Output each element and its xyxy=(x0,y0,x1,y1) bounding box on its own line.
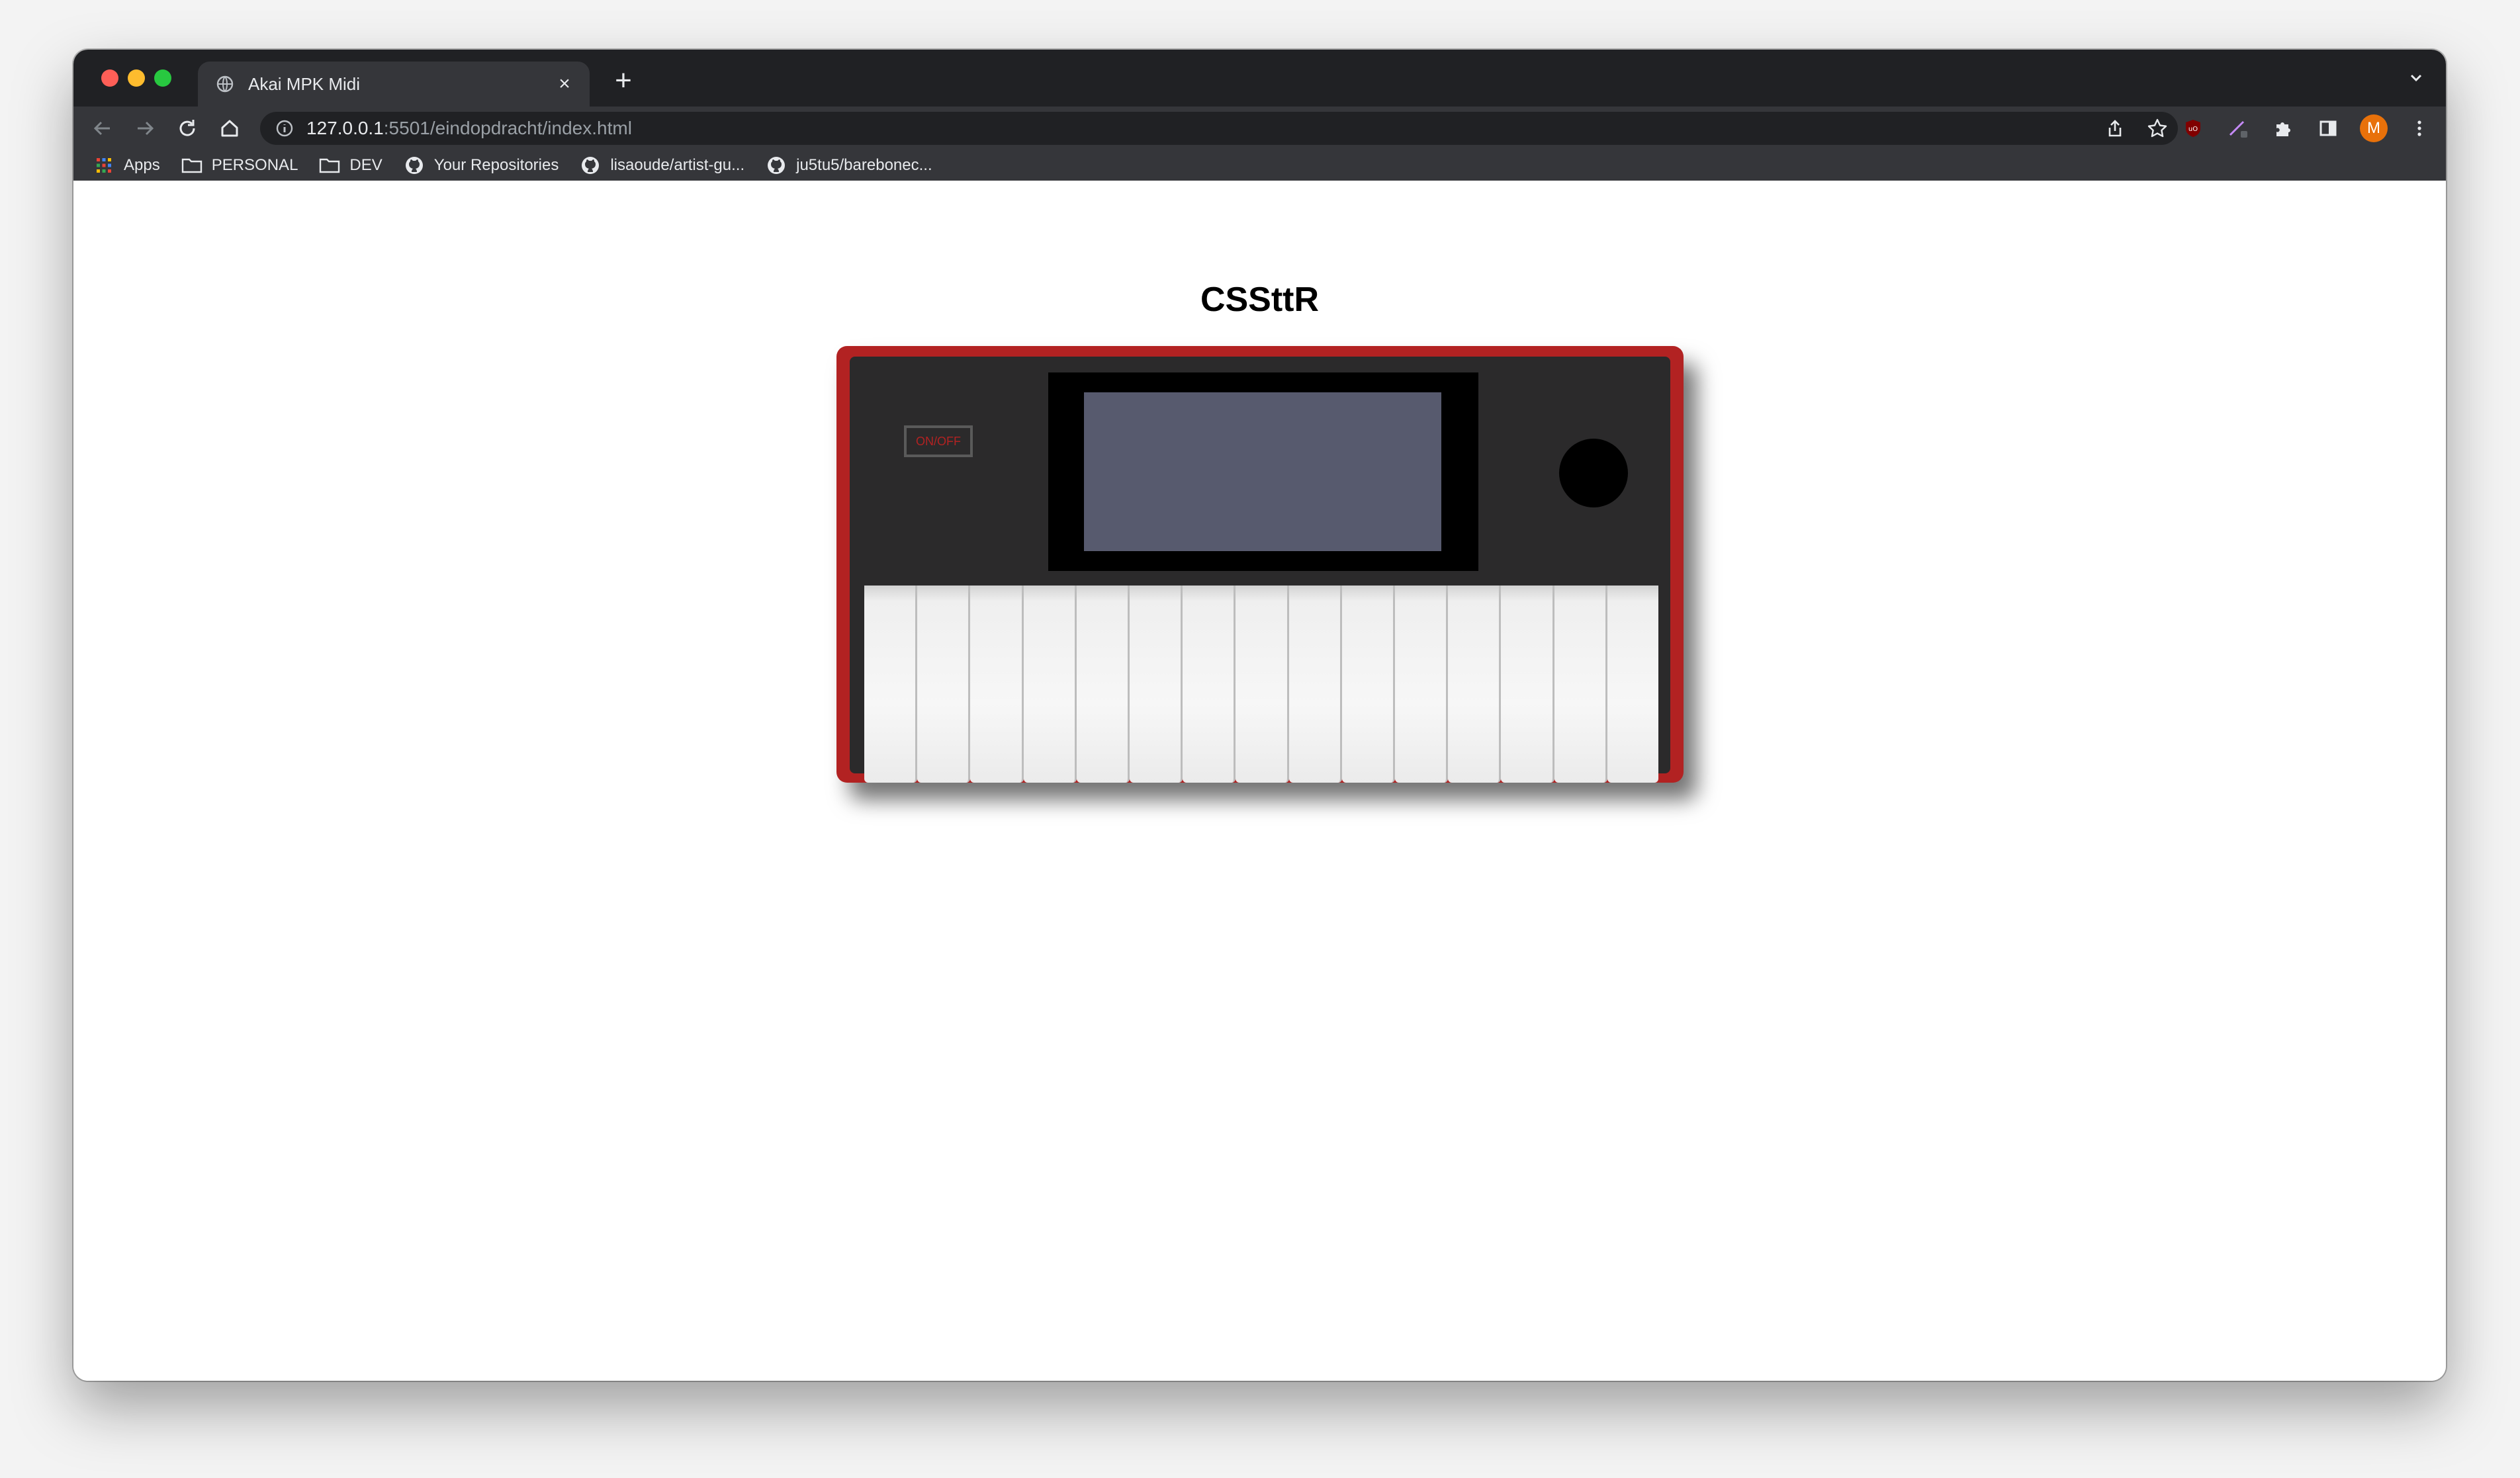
midi-keyboard: ON/OFF xyxy=(836,346,1684,783)
forward-arrow-icon[interactable] xyxy=(132,115,158,142)
github-icon xyxy=(766,155,787,176)
more-vertical-icon[interactable] xyxy=(2406,115,2433,142)
address-bar[interactable]: 127.0.0.1 :5501/eindopdracht/index.html xyxy=(260,112,2178,145)
new-tab-button[interactable]: + xyxy=(607,64,640,97)
white-key[interactable] xyxy=(970,586,1024,783)
display-screen xyxy=(1084,392,1441,551)
rotary-knob[interactable] xyxy=(1559,439,1628,507)
bookmark-apps[interactable]: Apps xyxy=(93,155,160,176)
tab-title: Akai MPK Midi xyxy=(248,73,361,94)
white-key[interactable] xyxy=(1341,586,1396,783)
white-key[interactable] xyxy=(1501,586,1554,783)
tab-close-icon[interactable]: × xyxy=(551,73,578,95)
info-icon[interactable] xyxy=(275,118,294,138)
home-icon[interactable] xyxy=(216,115,243,142)
close-window-button[interactable] xyxy=(101,69,118,87)
github-icon xyxy=(580,155,601,176)
page-title: CSSttR xyxy=(1200,281,1320,319)
bookmark-label: Your Repositories xyxy=(433,156,559,174)
reload-icon[interactable] xyxy=(174,115,201,142)
piano-keys xyxy=(864,586,1659,783)
white-key[interactable] xyxy=(864,586,918,783)
white-key[interactable] xyxy=(1236,586,1289,783)
folder-icon xyxy=(319,155,340,176)
browser-window: Akai MPK Midi × + 127.0.0.1 :5501/eindop… xyxy=(73,50,2446,1381)
bookmark-personal[interactable]: PERSONAL xyxy=(181,155,298,176)
page-content: CSSttR ON/OFF xyxy=(73,181,2446,1381)
white-key[interactable] xyxy=(1288,586,1342,783)
bookmark-artist-guide[interactable]: lisaoude/artist-gu... xyxy=(580,155,744,176)
url-host: 127.0.0.1 xyxy=(306,118,384,138)
control-panel: ON/OFF xyxy=(850,357,1670,783)
bookmark-dev[interactable]: DEV xyxy=(319,155,382,176)
back-arrow-icon[interactable] xyxy=(89,115,116,142)
minimize-window-button[interactable] xyxy=(128,69,145,87)
bookmark-label: lisaoude/artist-gu... xyxy=(610,156,745,174)
pen-extension-icon[interactable] xyxy=(2225,115,2251,142)
on-off-button[interactable]: ON/OFF xyxy=(904,425,973,457)
bookmark-label: ju5tu5/barebonec... xyxy=(796,156,932,174)
svg-text:uO: uO xyxy=(2188,126,2198,133)
white-key[interactable] xyxy=(1395,586,1449,783)
white-key[interactable] xyxy=(1076,586,1130,783)
bookmark-label: PERSONAL xyxy=(211,156,298,174)
tab-strip: Akai MPK Midi × + xyxy=(73,50,2446,107)
bookmark-label: Apps xyxy=(124,156,160,174)
github-icon xyxy=(404,155,425,176)
bookmark-barebone[interactable]: ju5tu5/barebonec... xyxy=(766,155,932,176)
share-icon[interactable] xyxy=(2104,117,2126,140)
bookmarks-bar: Apps PERSONAL DEV Your Repositories lisa… xyxy=(73,150,2446,181)
bookmark-your-repositories[interactable]: Your Repositories xyxy=(404,155,559,176)
bookmark-star-icon[interactable] xyxy=(2146,117,2169,140)
extensions-puzzle-icon[interactable] xyxy=(2270,115,2296,142)
white-key[interactable] xyxy=(1448,586,1502,783)
active-tab[interactable]: Akai MPK Midi × xyxy=(198,62,590,107)
display-bezel xyxy=(1048,372,1478,571)
profile-avatar[interactable]: M xyxy=(2360,114,2388,142)
url-path: :5501/eindopdracht/index.html xyxy=(383,118,632,138)
bookmark-label: DEV xyxy=(349,156,382,174)
globe-icon xyxy=(215,74,235,94)
browser-toolbar: 127.0.0.1 :5501/eindopdracht/index.html … xyxy=(73,107,2446,150)
folder-icon xyxy=(181,155,202,176)
apps-grid-icon xyxy=(93,155,114,176)
white-key[interactable] xyxy=(1130,586,1183,783)
white-key[interactable] xyxy=(917,586,971,783)
white-key[interactable] xyxy=(1607,586,1659,783)
white-key[interactable] xyxy=(1183,586,1236,783)
white-key[interactable] xyxy=(1023,586,1077,783)
side-panel-icon[interactable] xyxy=(2315,115,2341,142)
ublock-extension-icon[interactable]: uO xyxy=(2180,115,2206,142)
maximize-window-button[interactable] xyxy=(154,69,171,87)
chevron-down-icon[interactable] xyxy=(2406,68,2426,88)
white-key[interactable] xyxy=(1554,586,1607,783)
